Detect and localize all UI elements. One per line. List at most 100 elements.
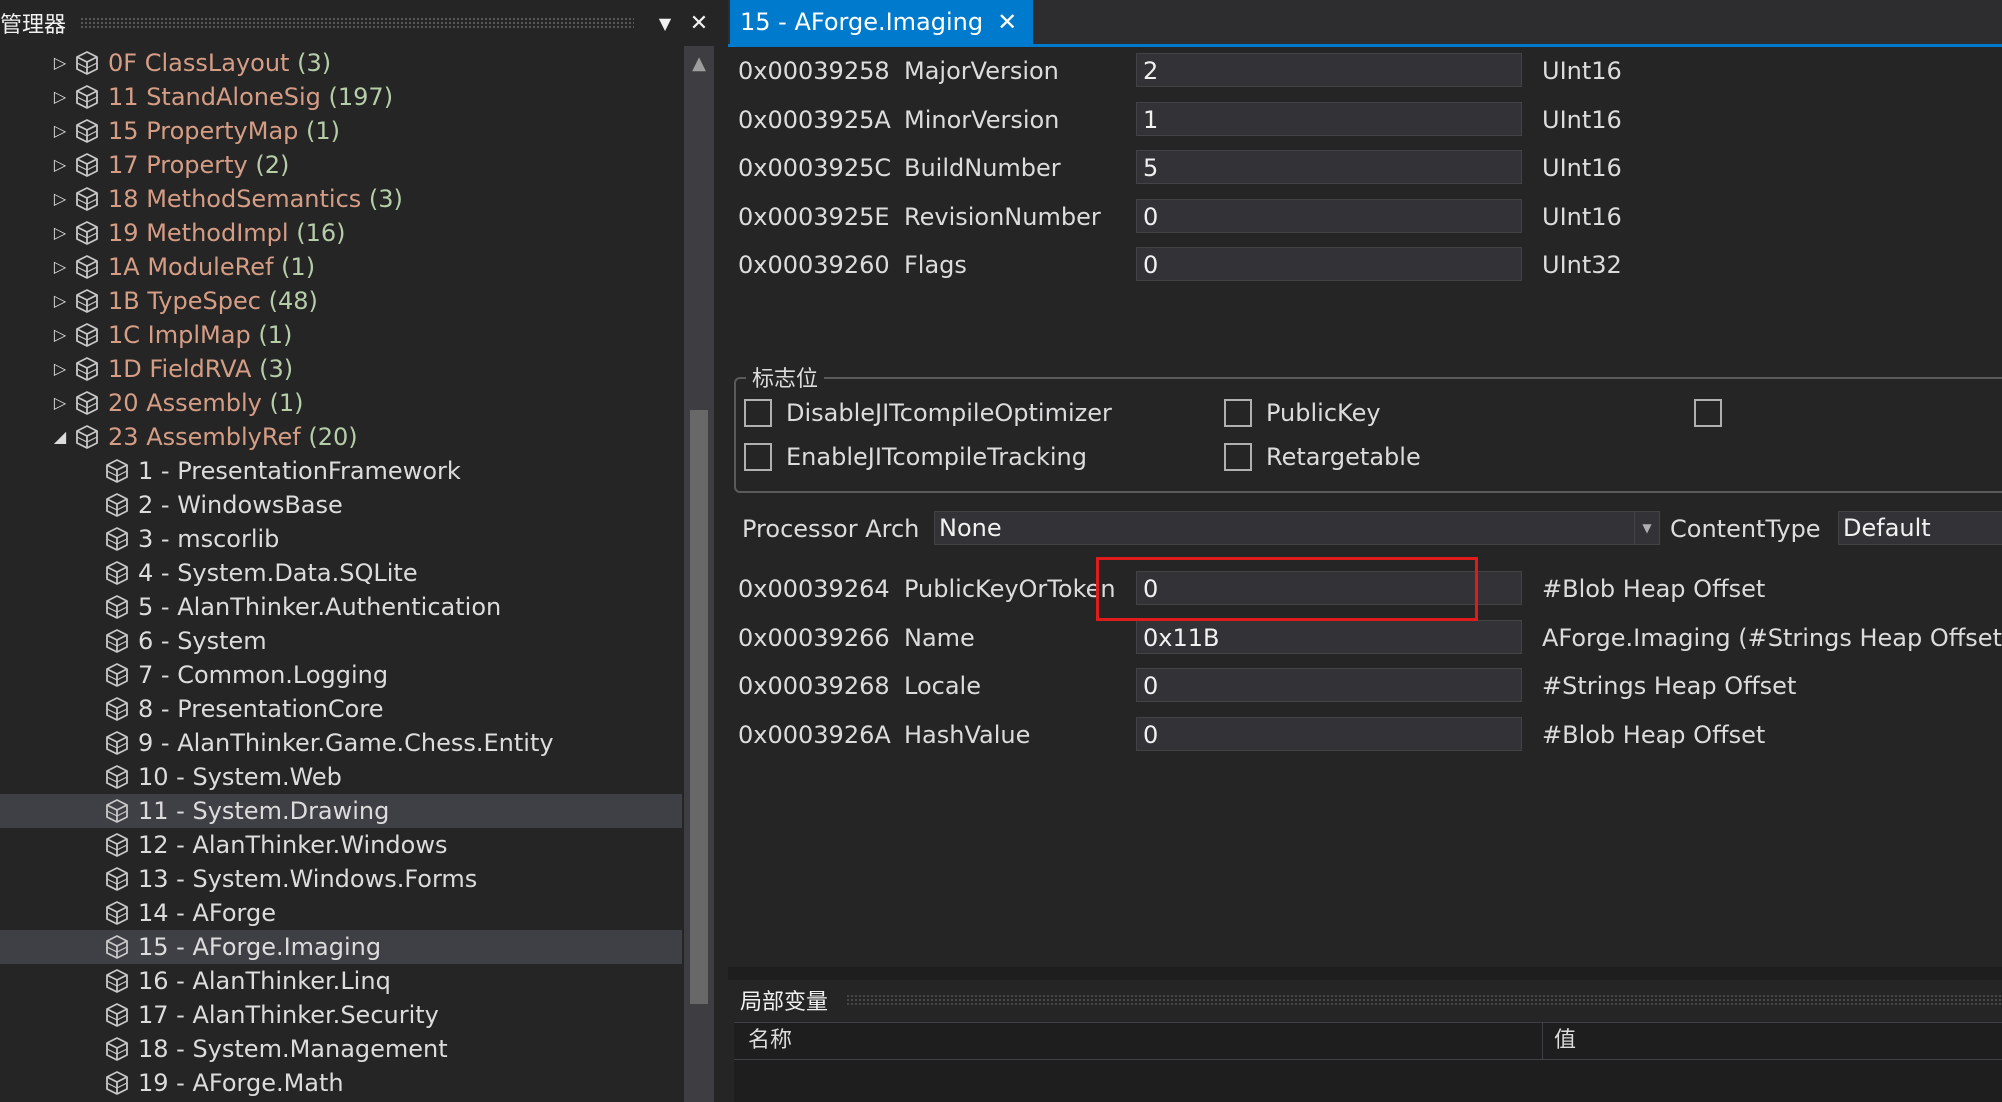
field-value-input[interactable]: 0	[1136, 668, 1522, 703]
checkbox-retargetable[interactable]: Retargetable	[1224, 443, 1421, 471]
tree-node-table[interactable]: ▷ 20 Assembly (1)	[0, 386, 682, 420]
tree-node-table[interactable]: ▷ 1B TypeSpec (48)	[0, 284, 682, 318]
checkbox-enable-jit-tracking[interactable]: EnableJITcompileTracking	[744, 443, 1087, 471]
locals-col-name[interactable]: 名称	[748, 1023, 792, 1059]
tree-node-table[interactable]: ▷ 19 MethodImpl (16)	[0, 216, 682, 250]
table-count: (1)	[258, 321, 293, 349]
field-value-input[interactable]: 0	[1136, 198, 1522, 233]
tree-node-assemblyref[interactable]: 15 - AForge.Imaging	[0, 930, 682, 964]
tree-node-assemblyref[interactable]: 3 - mscorlib	[0, 522, 682, 556]
checkbox-box[interactable]	[1224, 399, 1252, 427]
checkbox-box[interactable]	[744, 443, 772, 471]
tree-node-assemblyref[interactable]: 18 - System.Management	[0, 1032, 682, 1066]
tree-node-assemblyref[interactable]: 17 - AlanThinker.Security	[0, 998, 682, 1032]
tab-close-icon[interactable]: ✕	[997, 8, 1017, 36]
tree-node-table[interactable]: ▷ 18 MethodSemantics (3)	[0, 182, 682, 216]
cube-icon	[104, 1002, 130, 1028]
assemblyref-label: 8 - PresentationCore	[138, 695, 384, 723]
tree-node-assemblyref[interactable]: 12 - AlanThinker.Windows	[0, 828, 682, 862]
tree-node-table[interactable]: ◢ 23 AssemblyRef (20)	[0, 420, 682, 454]
tree-node-assemblyref[interactable]: 2 - WindowsBase	[0, 488, 682, 522]
tree-node-assemblyref[interactable]: 19 - AForge.Math	[0, 1066, 682, 1100]
locals-grip[interactable]	[846, 994, 2002, 1006]
collapsed-arrow-icon[interactable]: ▷	[50, 114, 70, 148]
field-value-input[interactable]: 0	[1136, 716, 1522, 751]
column-separator[interactable]	[1542, 1023, 1543, 1059]
content-type-select[interactable]: Default	[1838, 511, 2002, 545]
collapsed-arrow-icon[interactable]: ▷	[50, 216, 70, 250]
checkbox-publickey[interactable]: PublicKey	[1224, 399, 1381, 427]
cube-icon	[74, 50, 100, 76]
tree-node-table[interactable]: ▷ 15 PropertyMap (1)	[0, 114, 682, 148]
collapsed-arrow-icon[interactable]: ▷	[50, 148, 70, 182]
checkbox-box[interactable]	[1224, 443, 1252, 471]
tree-node-assemblyref[interactable]: 8 - PresentationCore	[0, 692, 682, 726]
tree-node-table[interactable]: ▷ 0F ClassLayout (3)	[0, 46, 682, 80]
collapsed-arrow-icon[interactable]: ▷	[50, 46, 70, 80]
tree-node-table[interactable]: ▷ 1C ImplMap (1)	[0, 318, 682, 352]
tree-node-table[interactable]: ▷ 17 Property (2)	[0, 148, 682, 182]
field-value-input[interactable]: 0	[1136, 247, 1522, 282]
field-type: UInt16	[1542, 105, 1622, 134]
field-type: AForge.Imaging (#Strings Heap Offset)	[1542, 623, 2002, 652]
checkbox-box[interactable]	[1694, 399, 1722, 427]
tree-node-table[interactable]: ▷ 11 StandAloneSig (197)	[0, 80, 682, 114]
collapsed-arrow-icon[interactable]: ▷	[50, 182, 70, 216]
field-value-input[interactable]: 2	[1136, 53, 1522, 87]
tree-scrollbar[interactable]: ▲	[684, 46, 714, 1102]
processor-arch-select[interactable]: None ▼	[934, 511, 1660, 545]
panel-close-icon[interactable]: ✕	[682, 6, 716, 40]
tree-node-assemblyref[interactable]: 5 - AlanThinker.Authentication	[0, 590, 682, 624]
assemblyref-label: 13 - System.Windows.Forms	[138, 865, 478, 893]
cube-icon	[104, 526, 130, 552]
locals-col-value[interactable]: 值	[1554, 1023, 1576, 1059]
table-id: 19	[108, 219, 139, 247]
tree-node-label: 18 MethodSemantics (3)	[108, 182, 403, 216]
table-name: FieldRVA	[149, 355, 252, 383]
collapsed-arrow-icon[interactable]: ▷	[50, 284, 70, 318]
expanded-arrow-icon[interactable]: ◢	[50, 420, 70, 454]
tree-node-table[interactable]: ▷ 1D FieldRVA (3)	[0, 352, 682, 386]
checkbox-label: Retargetable	[1266, 443, 1421, 471]
collapsed-arrow-icon[interactable]: ▷	[50, 250, 70, 284]
chevron-down-icon[interactable]: ▼	[1634, 512, 1659, 544]
collapsed-arrow-icon[interactable]: ▷	[50, 386, 70, 420]
tree-node-assemblyref[interactable]: 14 - AForge	[0, 896, 682, 930]
collapsed-arrow-icon[interactable]: ▷	[50, 80, 70, 114]
tab-aforge-imaging[interactable]: 15 - AForge.Imaging ✕	[730, 0, 1034, 44]
tree-node-assemblyref[interactable]: 11 - System.Drawing	[0, 794, 682, 828]
panel-options-dropdown-icon[interactable]: ▼	[648, 6, 682, 40]
tree-node-assemblyref[interactable]: 13 - System.Windows.Forms	[0, 862, 682, 896]
tree-node-assemblyref[interactable]: 4 - System.Data.SQLite	[0, 556, 682, 590]
field-offset: 0x0003926A	[738, 720, 891, 749]
field-value-input[interactable]: 5	[1136, 150, 1522, 185]
tree-node-assemblyref[interactable]: 9 - AlanThinker.Game.Chess.Entity	[0, 726, 682, 760]
scroll-up-icon[interactable]: ▲	[684, 52, 714, 76]
checkbox-third-column[interactable]	[1694, 399, 1722, 427]
collapsed-arrow-icon[interactable]: ▷	[50, 318, 70, 352]
field-value-input[interactable]: 0	[1136, 571, 1522, 605]
field-value-input[interactable]: 1	[1136, 101, 1522, 136]
checkbox-box[interactable]	[744, 399, 772, 427]
titlebar-grip[interactable]	[80, 17, 634, 29]
field-value-input[interactable]: 0x11B	[1136, 619, 1522, 654]
tree-node-assemblyref[interactable]: 6 - System	[0, 624, 682, 658]
table-name: StandAloneSig	[146, 83, 321, 111]
tree-node-label: 20 Assembly (1)	[108, 386, 304, 420]
collapsed-arrow-icon[interactable]: ▷	[50, 352, 70, 386]
table-id: 17	[108, 151, 139, 179]
checkbox-label: DisableJITcompileOptimizer	[786, 399, 1112, 427]
tree-node-table[interactable]: ▷ 1A ModuleRef (1)	[0, 250, 682, 284]
field-name: MinorVersion	[904, 105, 1060, 134]
tree-node-assemblyref[interactable]: 16 - AlanThinker.Linq	[0, 964, 682, 998]
scrollbar-thumb[interactable]	[690, 410, 708, 1004]
cube-icon	[74, 390, 100, 416]
checkbox-disable-jit-optimizer[interactable]: DisableJITcompileOptimizer	[744, 399, 1112, 427]
panel-title: 管理器	[0, 13, 67, 38]
cube-icon	[74, 254, 100, 280]
tree-node-assemblyref[interactable]: 1 - PresentationFramework	[0, 454, 682, 488]
field-type: UInt16	[1542, 57, 1622, 85]
tree-node-assemblyref[interactable]: 10 - System.Web	[0, 760, 682, 794]
tree-node-assemblyref[interactable]: 7 - Common.Logging	[0, 658, 682, 692]
cube-icon	[74, 186, 100, 212]
